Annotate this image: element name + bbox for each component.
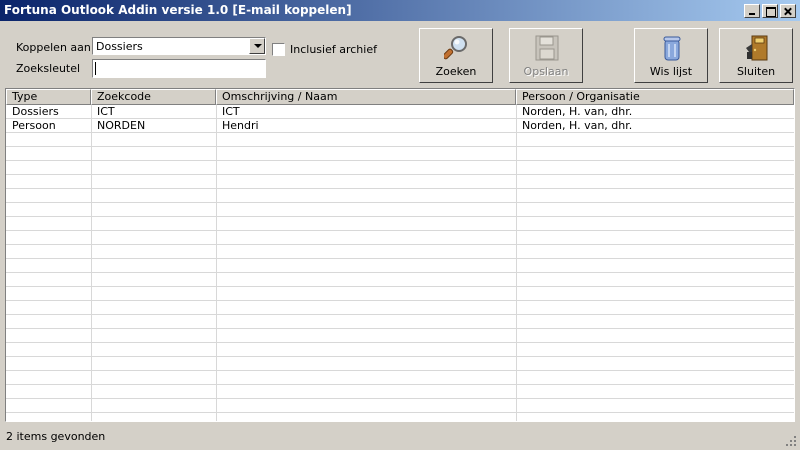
window-title: Fortuna Outlook Addin versie 1.0 [E-mail…	[4, 3, 352, 17]
results-grid[interactable]: Type Zoekcode Omschrijving / Naam Persoo…	[5, 88, 795, 422]
opslaan-label: Opslaan	[523, 65, 569, 78]
cell-type: Persoon	[12, 119, 56, 132]
column-header-zoekcode[interactable]: Zoekcode	[91, 89, 216, 105]
floppy-disk-icon	[535, 35, 559, 61]
status-bar: 2 items gevonden	[0, 425, 800, 450]
cell-zoekcode: ICT	[97, 105, 115, 118]
sluiten-label: Sluiten	[736, 65, 776, 78]
cell-omschrijving: Hendri	[222, 119, 259, 132]
wis-lijst-label: Wis lijst	[649, 65, 693, 78]
app-window: Fortuna Outlook Addin versie 1.0 [E-mail…	[0, 0, 800, 450]
zoeksleutel-input[interactable]	[92, 59, 266, 78]
maximize-button[interactable]	[762, 4, 778, 18]
column-divider	[91, 105, 92, 421]
sluiten-button[interactable]: Sluiten	[719, 28, 793, 83]
cell-type: Dossiers	[12, 105, 59, 118]
koppelen-aan-label: Koppelen aan	[16, 41, 91, 54]
cell-zoekcode: NORDEN	[97, 119, 146, 132]
column-header-persoon[interactable]: Persoon / Organisatie	[516, 89, 794, 105]
text-caret	[95, 62, 96, 75]
title-bar[interactable]: Fortuna Outlook Addin versie 1.0 [E-mail…	[0, 0, 800, 21]
table-row[interactable]: Persoon NORDEN Hendri Norden, H. van, dh…	[6, 119, 794, 133]
resize-grip-icon[interactable]	[785, 435, 797, 447]
inclusief-archief-checkbox[interactable]	[272, 43, 285, 56]
magnifier-icon	[444, 36, 467, 60]
close-button[interactable]	[780, 4, 796, 18]
status-text: 2 items gevonden	[6, 430, 106, 443]
column-header-omschrijving[interactable]: Omschrijving / Naam	[216, 89, 516, 105]
grid-header: Type Zoekcode Omschrijving / Naam Persoo…	[6, 89, 794, 105]
inclusief-archief-label: Inclusief archief	[290, 43, 377, 56]
cell-omschrijving: ICT	[222, 105, 240, 118]
column-header-type[interactable]: Type	[6, 89, 91, 105]
window-controls	[742, 4, 796, 18]
wis-lijst-button[interactable]: Wis lijst	[634, 28, 708, 83]
koppelen-aan-value: Dossiers	[96, 40, 143, 53]
column-divider	[516, 105, 517, 421]
exit-door-icon	[746, 35, 768, 61]
column-divider	[216, 105, 217, 421]
trash-bin-icon	[663, 36, 681, 61]
zoeken-button[interactable]: Zoeken	[419, 28, 493, 83]
koppelen-aan-select[interactable]: Dossiers	[92, 37, 266, 55]
opslaan-button[interactable]: Opslaan	[509, 28, 583, 83]
minimize-button[interactable]	[744, 4, 760, 18]
table-row[interactable]: Dossiers ICT ICT Norden, H. van, dhr.	[6, 105, 794, 119]
chevron-down-icon[interactable]	[249, 38, 265, 54]
grid-body: Dossiers ICT ICT Norden, H. van, dhr. Pe…	[6, 105, 794, 421]
zoeken-label: Zoeken	[435, 65, 477, 78]
cell-persoon: Norden, H. van, dhr.	[522, 105, 633, 118]
cell-persoon: Norden, H. van, dhr.	[522, 119, 633, 132]
zoeksleutel-label: Zoeksleutel	[16, 62, 81, 75]
